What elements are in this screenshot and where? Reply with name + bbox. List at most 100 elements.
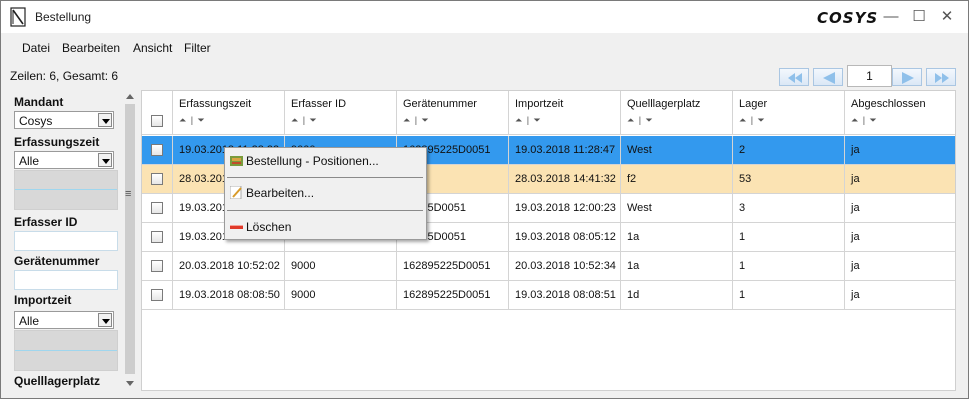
column-header[interactable]: Importzeit ⏶ | ⏷ — [509, 91, 621, 134]
table-cell: 19.03.2018 08:08:51 — [509, 281, 621, 309]
chevron-down-icon[interactable] — [98, 153, 112, 167]
menu-bar: Datei Bearbeiten Ansicht Filter — [1, 38, 968, 60]
table-cell: West — [621, 136, 733, 164]
importzeit-range-box[interactable] — [14, 330, 118, 371]
row-select-cell — [142, 252, 173, 280]
filter-panel-scrollbar[interactable] — [123, 90, 137, 391]
erfassungszeit-value: Alle — [19, 154, 40, 168]
row-select-cell — [142, 165, 173, 193]
mandant-value: Cosys — [19, 114, 53, 128]
ctx-edit-item[interactable]: Bearbeiten... — [225, 181, 426, 205]
table-cell: 1 — [733, 223, 845, 251]
ctx-edit-label: Bearbeiten... — [246, 186, 315, 200]
scrollbar-thumb[interactable] — [125, 104, 135, 374]
table-cell: 20.03.2018 10:52:34 — [509, 252, 621, 280]
row-checkbox[interactable] — [151, 202, 163, 214]
geraetenummer-label: Gerätenummer — [14, 254, 100, 268]
sort-icon[interactable]: ⏶ | ⏷ — [403, 115, 430, 126]
column-header[interactable]: Lager ⏶ | ⏷ — [733, 91, 845, 134]
menu-bearbeiten[interactable]: Bearbeiten — [62, 41, 120, 55]
table-cell: ja — [845, 281, 955, 309]
sort-icon[interactable]: ⏶ | ⏷ — [179, 115, 206, 126]
row-checkbox[interactable] — [151, 289, 163, 301]
sort-icon[interactable]: ⏶ | ⏷ — [291, 115, 318, 126]
ctx-positions-label: Bestellung - Positionen... — [246, 154, 379, 168]
erfassungszeit-select[interactable]: Alle — [14, 151, 114, 169]
column-header-label: Quelllagerplatz — [627, 98, 701, 110]
erfassungszeit-range-box[interactable] — [14, 170, 118, 210]
table-cell: 28.03.2018 14:41:32 — [509, 165, 621, 193]
table-cell: West — [621, 194, 733, 222]
column-header[interactable]: Erfasser ID ⏶ | ⏷ — [285, 91, 397, 134]
table-cell: 162895225D0051 — [397, 281, 509, 309]
menu-ansicht[interactable]: Ansicht — [133, 41, 172, 55]
page-number-field[interactable]: 1 — [847, 65, 892, 87]
table-cell: 1a — [621, 223, 733, 251]
column-header[interactable]: Erfassungszeit ⏶ | ⏷ — [173, 91, 285, 134]
erfasser-id-input[interactable] — [14, 231, 118, 251]
sort-icon[interactable]: ⏶ | ⏷ — [851, 115, 878, 126]
select-all-checkbox[interactable] — [151, 115, 163, 127]
menu-filter[interactable]: Filter — [184, 41, 211, 55]
next-page-button[interactable] — [892, 68, 922, 86]
right-arrow-icon — [902, 72, 914, 84]
erfasser-id-label: Erfasser ID — [14, 215, 78, 229]
erfassungszeit-label: Erfassungszeit — [14, 135, 100, 149]
column-header-label: Importzeit — [515, 98, 564, 110]
table-cell: 2 — [733, 136, 845, 164]
column-header-label: Erfasser ID — [291, 98, 347, 110]
range-divider — [15, 189, 117, 190]
maximize-button[interactable]: ☐ — [909, 7, 929, 27]
sort-icon[interactable]: ⏶ | ⏷ — [627, 115, 654, 126]
column-header[interactable]: Quelllagerplatz ⏶ | ⏷ — [621, 91, 733, 134]
table-cell: 9000 — [285, 252, 397, 280]
table-cell: 1 — [733, 281, 845, 309]
prev-page-button[interactable] — [813, 68, 843, 86]
minimize-button[interactable]: — — [881, 7, 901, 27]
chevron-down-icon[interactable] — [98, 113, 112, 127]
sort-icon[interactable]: ⏶ | ⏷ — [739, 115, 766, 126]
left-arrow-icon — [823, 72, 835, 84]
row-select-cell — [142, 223, 173, 251]
double-right-arrow-icon — [935, 73, 949, 83]
menu-separator — [227, 177, 423, 178]
select-all-cell — [142, 91, 173, 134]
splitter-grip-icon[interactable]: ≡ — [125, 188, 131, 200]
ctx-delete-label: Löschen — [246, 220, 292, 234]
close-button[interactable]: ✕ — [937, 7, 957, 27]
column-header[interactable]: Gerätenummer ⏶ | ⏷ — [397, 91, 509, 134]
row-select-cell — [142, 194, 173, 222]
brand-logo: COSYS — [817, 9, 879, 27]
scroll-down-icon[interactable] — [126, 381, 134, 386]
table-row[interactable]: 19.03.2018 08:08:50 9000 162895225D0051 19.… — [142, 281, 955, 310]
table-cell: 1d — [621, 281, 733, 309]
first-page-button[interactable] — [779, 68, 809, 86]
row-select-cell — [142, 136, 173, 164]
table-row[interactable]: 20.03.2018 10:52:02 9000 162895225D0051 20.… — [142, 252, 955, 281]
table-cell: 1 — [733, 252, 845, 280]
menu-datei[interactable]: Datei — [22, 41, 50, 55]
ctx-delete-item[interactable]: Löschen — [225, 215, 426, 239]
ctx-positions-item[interactable]: Bestellung - Positionen... — [225, 149, 426, 173]
filter-panel: Mandant Cosys Erfassungszeit Alle Erfass… — [10, 90, 123, 391]
positions-icon — [230, 156, 243, 166]
scroll-up-icon[interactable] — [126, 94, 134, 99]
table-cell: 53 — [733, 165, 845, 193]
mandant-select[interactable]: Cosys — [14, 111, 114, 129]
row-checkbox[interactable] — [151, 231, 163, 243]
chevron-down-icon[interactable] — [98, 313, 112, 327]
table-cell: 19.03.2018 08:05:12 — [509, 223, 621, 251]
table-cell: ja — [845, 194, 955, 222]
row-checkbox[interactable] — [151, 144, 163, 156]
mandant-label: Mandant — [14, 95, 64, 109]
last-page-button[interactable] — [926, 68, 956, 86]
sort-icon[interactable]: ⏶ | ⏷ — [515, 115, 542, 126]
geraetenummer-input[interactable] — [14, 270, 118, 290]
importzeit-select[interactable]: Alle — [14, 311, 114, 329]
row-checkbox[interactable] — [151, 260, 163, 272]
table-cell: ja — [845, 223, 955, 251]
table-cell: ja — [845, 136, 955, 164]
importzeit-value: Alle — [19, 314, 40, 328]
column-header[interactable]: Abgeschlossen ⏶ | ⏷ — [845, 91, 955, 134]
row-checkbox[interactable] — [151, 173, 163, 185]
